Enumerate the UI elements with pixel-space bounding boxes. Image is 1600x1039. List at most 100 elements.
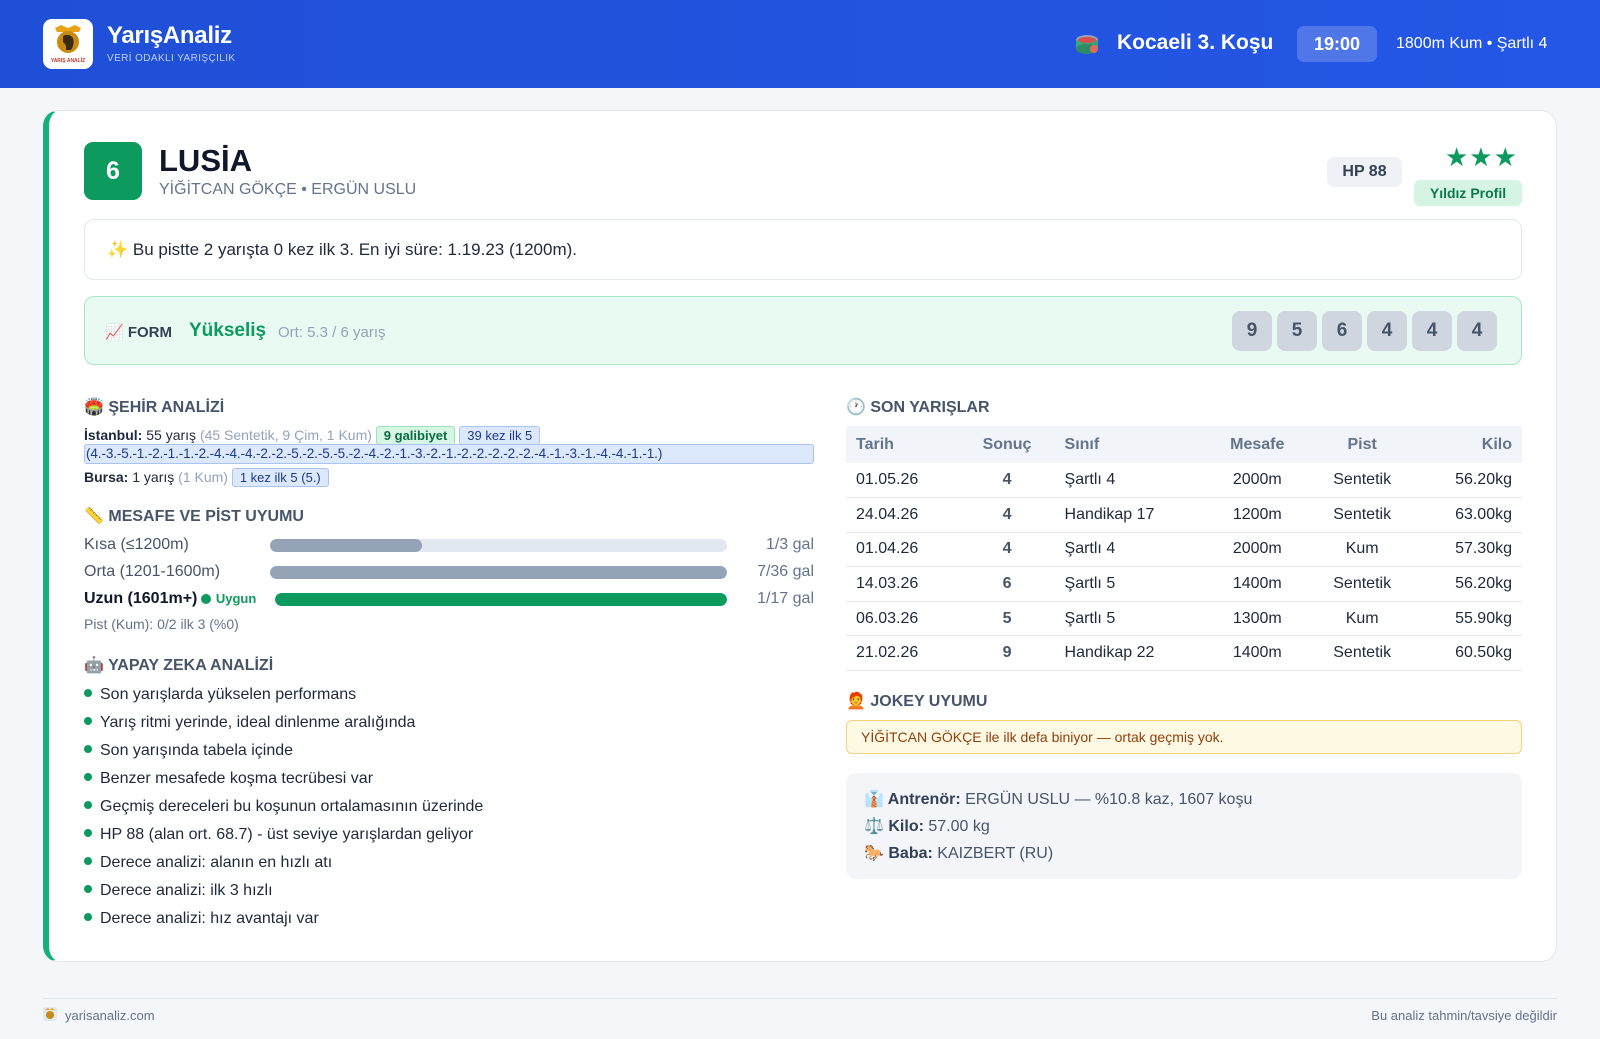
site-logo-icon: [43, 1007, 57, 1021]
racetrack-icon: [1076, 35, 1098, 54]
ai-item: Derece analizi: ilk 3 hızlı: [84, 882, 273, 900]
top5-tag: 39 kez ilk 5: [459, 426, 541, 445]
form-result-chip: 6: [1322, 311, 1362, 351]
cell-track: Sentetik: [1308, 635, 1416, 672]
track-surface-stat: Pist (Kum): 0/2 ilk 3 (%0): [84, 616, 239, 632]
cell-weight: 56.20kg: [1415, 566, 1522, 602]
cell-track: Sentetik: [1308, 566, 1416, 602]
bullet-icon: [84, 745, 92, 753]
hp-badge: HP 88: [1327, 157, 1402, 187]
jockey-fit-note: YİĞİTCAN GÖKÇE ile ilk defa biniyor — or…: [846, 720, 1522, 754]
wins-tag: 9 galibiyet: [375, 426, 456, 445]
cell-result: 5: [959, 601, 1055, 637]
city-detail: (45 Sentetik, 9 Çim, 1 Kum): [199, 427, 372, 443]
cell-distance: 1300m: [1206, 601, 1309, 637]
cell-date: 01.04.26: [846, 532, 960, 568]
cell-distance: 2000m: [1206, 463, 1309, 499]
city-name: Bursa:: [84, 469, 129, 485]
cell-date: 14.03.26: [846, 566, 960, 602]
bullet-icon: [84, 717, 92, 725]
ai-item: Yarış ritmi yerinde, ideal dinlenme aral…: [84, 714, 415, 732]
jockey-trainer-subtitle: YİĞİTCAN GÖKÇE • ERGÜN USLU: [159, 181, 417, 198]
distance-value-long: 1/17 gal: [757, 590, 814, 607]
star-profile-badge: Yıldız Profil: [1414, 180, 1522, 206]
form-average: Ort: 5.3 / 6 yarış: [278, 324, 386, 341]
logo-text: YARIŞ ANALİZ: [50, 58, 86, 64]
distance-value-short: 1/3 gal: [765, 536, 814, 553]
cell-track: Sentetik: [1308, 463, 1416, 499]
race-time: 19:00: [1297, 26, 1377, 62]
cell-class: Şartlı 5: [1054, 566, 1207, 602]
cell-weight: 60.50kg: [1415, 635, 1522, 672]
footer-site[interactable]: yarisanaliz.com: [65, 1008, 155, 1023]
form-result-chip: 5: [1277, 311, 1317, 351]
distance-title: 📏 MESAFE VE PİST UYUMU: [84, 508, 304, 525]
ai-item: Geçmiş dereceleri bu koşunun ortalamasın…: [84, 798, 483, 816]
brand-name[interactable]: YarışAnaliz: [107, 22, 232, 50]
weight-value: 57.00 kg: [928, 818, 990, 835]
distance-label-short: Kısa (≤1200m): [84, 536, 189, 553]
form-result-chip: 4: [1367, 311, 1407, 351]
distance-bar-fill: [270, 566, 727, 579]
bullet-icon: [84, 773, 92, 781]
ai-item: Son yarışlarda yükselen performans: [84, 686, 356, 704]
weight-label: ⚖️ Kilo:: [864, 818, 924, 835]
star-rating: ★★★: [1445, 142, 1518, 172]
ai-analysis-title: 🤖 YAPAY ZEKA ANALİZİ: [84, 657, 274, 674]
ai-item-text: Yarış ritmi yerinde, ideal dinlenme aral…: [100, 714, 416, 731]
cell-result: 4: [959, 463, 1055, 499]
cell-distance: 1400m: [1206, 566, 1309, 602]
ai-item-text: HP 88 (alan ort. 68.7) - üst seviye yarı…: [100, 826, 474, 843]
horse-name: LUSİA: [159, 143, 252, 178]
recent-races-title: 🕐 SON YARIŞLAR: [846, 399, 990, 416]
race-title: Kocaeli 3. Koşu: [1117, 31, 1274, 54]
table-row: 06.03.26 5 Şartlı 5 1300m Kum 55.90kg: [846, 601, 1522, 637]
cell-distance: 1200m: [1206, 497, 1309, 533]
trainer-label: 👔 Antrenör:: [864, 791, 961, 808]
city-analysis-title: 🏟️ ŞEHİR ANALİZİ: [84, 399, 225, 416]
col-distance: Mesafe: [1206, 426, 1309, 463]
fit-badge: Uygun: [215, 591, 257, 606]
placing-sequence: (4.-3.-5.-1.-2.-1.-1.-2.-4.-4.-4.-2.-2.-…: [84, 444, 814, 464]
cell-track: Kum: [1308, 532, 1416, 568]
bullet-icon: [84, 913, 92, 921]
city-detail: (1 Kum): [178, 469, 228, 485]
cell-date: 01.05.26: [846, 463, 960, 499]
distance-value-mid: 7/36 gal: [757, 563, 814, 580]
sire-line: 🐎 Baba: KAIZBERT (RU): [864, 843, 1053, 863]
form-results: 9 5 6 4 4 4: [1232, 311, 1497, 351]
ai-item-text: Derece analizi: alanın en hızlı atı: [100, 854, 333, 871]
cell-date: 21.02.26: [846, 635, 960, 672]
top5-tag: 1 kez ilk 5 (5.): [231, 468, 329, 487]
form-result-chip: 4: [1412, 311, 1452, 351]
cell-class: Handikap 17: [1054, 497, 1207, 533]
form-result-chip: 9: [1232, 311, 1272, 351]
cell-weight: 56.20kg: [1415, 463, 1522, 499]
form-trend: Yükseliş: [189, 320, 267, 341]
sire-value: KAIZBERT (RU): [937, 845, 1054, 862]
brand-tagline: VERİ ODAKLI YARIŞÇILIK: [107, 53, 236, 64]
table-row: 01.04.26 4 Şartlı 4 2000m Kum 57.30kg: [846, 532, 1522, 568]
col-track: Pist: [1308, 426, 1416, 463]
cell-weight: 63.00kg: [1415, 497, 1522, 533]
col-result: Sonuç: [959, 426, 1055, 463]
city-istanbul: İstanbul: 55 yarış (45 Sentetik, 9 Çim, …: [84, 426, 541, 445]
cell-date: 24.04.26: [846, 497, 960, 533]
trainer-value: ERGÜN USLU — %10.8 kaz, 1607 koşu: [965, 791, 1253, 808]
footer-divider: [43, 998, 1557, 999]
cell-date: 06.03.26: [846, 601, 960, 637]
brand-logo[interactable]: YARIŞ ANALİZ: [43, 19, 93, 69]
ai-item: HP 88 (alan ort. 68.7) - üst seviye yarı…: [84, 826, 473, 844]
jockey-fit-title: 🧑‍🦰 JOKEY UYUMU: [846, 693, 988, 710]
form-result-chip: 4: [1457, 311, 1497, 351]
col-date: Tarih: [846, 426, 960, 463]
city-bursa: Bursa: 1 yarış (1 Kum) 1 kez ilk 5 (5.): [84, 468, 329, 487]
distance-long-text: Uzun (1601m+): [84, 590, 198, 607]
table-row: 01.05.26 4 Şartlı 4 2000m Sentetik 56.20kg: [846, 463, 1522, 499]
ai-item-text: Son yarışlarda yükselen performans: [100, 686, 357, 703]
city-races: 55 yarış: [146, 427, 197, 443]
horse-head-icon: [55, 25, 81, 53]
footer-disclaimer: Bu analiz tahmin/tavsiye değildir: [1371, 1008, 1557, 1023]
table-header-row: Tarih Sonuç Sınıf Mesafe Pist Kilo: [846, 426, 1522, 463]
bullet-icon: [84, 829, 92, 837]
